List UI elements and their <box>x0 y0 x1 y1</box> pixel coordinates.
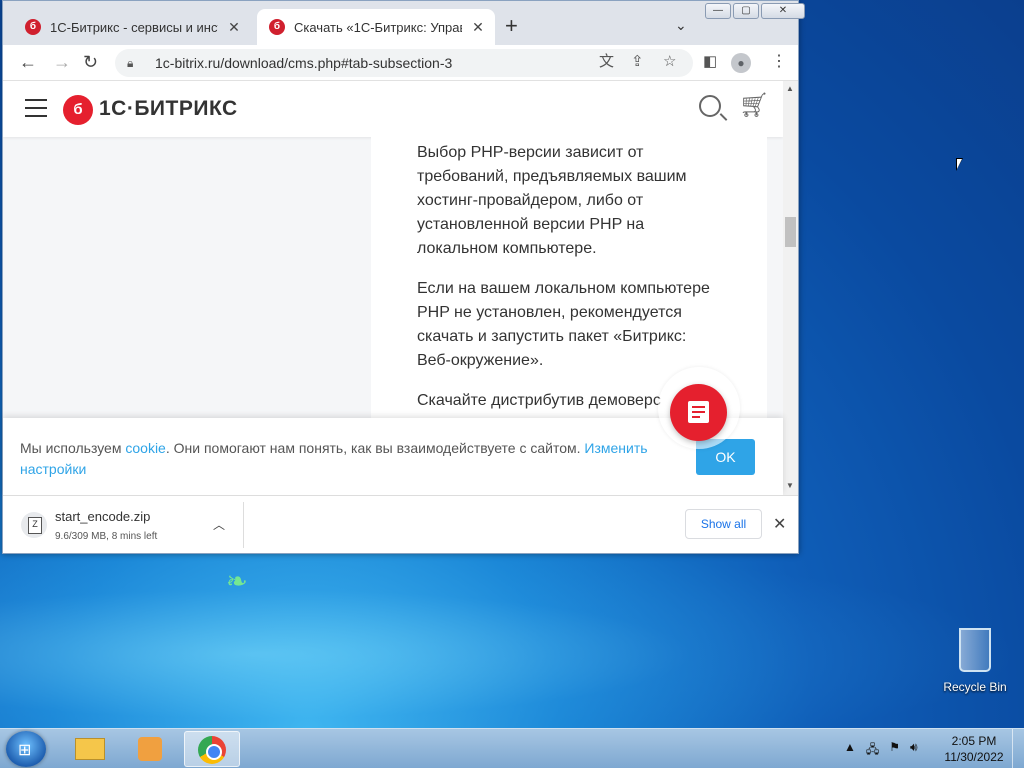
bookmark-star-icon[interactable]: ☆ <box>663 54 676 70</box>
mouse-cursor-icon <box>956 158 963 171</box>
cookie-link[interactable]: cookie <box>125 440 165 456</box>
hamburger-menu-icon[interactable] <box>25 99 47 117</box>
zip-file-icon <box>21 512 47 538</box>
download-divider <box>243 502 244 548</box>
scroll-thumb[interactable] <box>785 217 796 247</box>
document-icon <box>688 401 709 423</box>
windows-explorer-icon <box>75 738 105 760</box>
new-tab-button[interactable]: + <box>505 15 518 37</box>
tab-bitrix-services[interactable]: б 1С-Битрикс - сервисы и инстру ✕ <box>13 9 253 45</box>
start-button[interactable]: ⊞ <box>6 731 46 767</box>
recycle-bin-icon <box>959 628 991 672</box>
tab-title: Скачать «1С-Битрикс: Управлен <box>294 19 462 35</box>
cookie-text-prefix: Мы используем <box>20 440 126 456</box>
bitrix-logo-icon[interactable]: б <box>63 95 93 125</box>
cookie-text: Мы используем cookie. Они помогают нам п… <box>20 438 690 480</box>
forward-arrow-icon[interactable]: → <box>53 53 71 71</box>
network-icon[interactable]: 🖧︎ <box>866 740 879 761</box>
action-center-flag-icon[interactable]: ⚑ <box>889 740 900 761</box>
paragraph-php-version: Выбор PHP-версии зависит от требований, … <box>417 144 687 257</box>
download-filename[interactable]: start_encode.zip <box>55 509 150 524</box>
cookie-text-middle: . Они помогают нам понять, как вы взаимо… <box>165 440 585 456</box>
show-desktop-button[interactable] <box>1012 729 1024 768</box>
chat-widget-button[interactable] <box>670 384 727 441</box>
tab-close-icon[interactable]: ✕ <box>226 19 242 36</box>
clock-date: 11/30/2022 <box>944 750 1004 764</box>
tab-title: 1С-Битрикс - сервисы и инстру <box>50 19 218 35</box>
clock-time: 2:05 PM <box>951 734 997 748</box>
bitrix-favicon-icon: б <box>269 19 285 35</box>
page-scrollbar[interactable]: ▲ ▼ <box>783 81 798 495</box>
tab-search-chevron-icon[interactable]: ⌄ <box>675 17 687 34</box>
system-clock[interactable]: 2:05 PM 11/30/2022 <box>940 733 1008 765</box>
share-icon[interactable]: ⇪ <box>631 54 644 70</box>
recycle-bin-label: Recycle Bin <box>943 680 1007 694</box>
window-controls: — ▢ ✕ <box>705 3 805 19</box>
profile-avatar-icon[interactable]: ● <box>731 53 751 73</box>
chevron-up-icon[interactable]: ︿ <box>213 516 225 533</box>
system-tray: ▲ 🖧︎ ⚑ 🔊︎ <box>844 740 918 761</box>
browser-toolbar: ← → ↻ 🔒︎ 1c-bitrix.ru/download/cms.php#t… <box>3 45 798 81</box>
taskbar: ⊞ ▲ 🖧︎ ⚑ 🔊︎ 2:05 PM 11/30/2022 <box>0 728 1024 768</box>
search-icon[interactable] <box>699 95 721 117</box>
site-header: б 1С·БИТРИКС 🛒︎ <box>3 81 783 137</box>
download-status: 9.6/309 MB, 8 mins left <box>55 531 158 542</box>
chrome-icon <box>198 736 226 764</box>
reload-icon[interactable]: ↻ <box>83 53 98 71</box>
desktop-wallpaper-glow <box>0 540 1024 730</box>
close-download-bar-icon[interactable]: ✕ <box>773 514 786 534</box>
paragraph-web-environment: Если на вашем локальном компьютере PHP н… <box>417 280 710 369</box>
windows-logo-icon: ⊞ <box>18 742 32 759</box>
volume-icon[interactable]: 🔊︎ <box>910 740 918 761</box>
tab-bitrix-download[interactable]: б Скачать «1С-Битрикс: Управлен ✕ <box>257 9 495 45</box>
taskbar-media-player[interactable] <box>122 731 178 767</box>
bitrix-favicon-icon: б <box>25 19 41 35</box>
side-panel-icon[interactable]: ◧ <box>703 54 717 70</box>
taskbar-explorer[interactable] <box>62 731 118 767</box>
back-arrow-icon[interactable]: ← <box>19 53 37 71</box>
tab-close-icon[interactable]: ✕ <box>470 19 486 36</box>
tab-strip: б 1С-Битрикс - сервисы и инстру ✕ б Скач… <box>3 1 805 45</box>
show-all-button[interactable]: Show all <box>685 509 762 539</box>
minimize-button[interactable]: — <box>705 3 731 19</box>
cart-icon[interactable]: 🛒︎ <box>739 93 769 119</box>
menu-dots-icon[interactable]: ⋮ <box>771 51 787 71</box>
download-bar: start_encode.zip 9.6/309 MB, 8 mins left… <box>3 495 798 553</box>
wallpaper-logo-icon: ❧ <box>226 566 248 596</box>
taskbar-chrome[interactable] <box>184 731 240 767</box>
maximize-button[interactable]: ▢ <box>733 3 759 19</box>
media-player-icon <box>138 737 162 761</box>
recycle-bin[interactable]: Recycle Bin <box>940 628 1010 694</box>
browser-window: б 1С-Битрикс - сервисы и инстру ✕ б Скач… <box>2 0 805 554</box>
scroll-up-arrow-icon[interactable]: ▲ <box>786 84 794 93</box>
show-hidden-icons-icon[interactable]: ▲ <box>844 740 856 761</box>
scroll-down-arrow-icon[interactable]: ▼ <box>786 481 794 490</box>
close-window-button[interactable]: ✕ <box>761 3 805 19</box>
site-logo-text[interactable]: 1С·БИТРИКС <box>99 97 238 121</box>
lock-icon: 🔒︎ <box>127 55 134 70</box>
translate-icon[interactable]: 文 <box>599 54 614 70</box>
url-text: 1c-bitrix.ru/download/cms.php#tab-subsec… <box>155 55 453 71</box>
